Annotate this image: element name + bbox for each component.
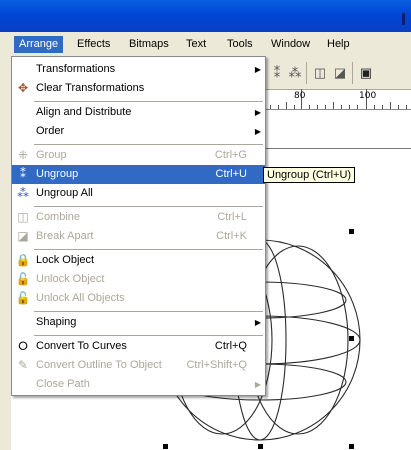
clear-transformations-icon: ✥: [17, 81, 29, 95]
submenu-arrow-icon: ▶: [254, 318, 261, 327]
menu-separator: [34, 249, 263, 250]
unlock-icon: 🔓: [15, 272, 31, 286]
menu-item-transformations[interactable]: Transformations ▶: [12, 60, 265, 79]
menu-separator: [34, 101, 263, 102]
menu-item-convert-to-curves[interactable]: ⭘ Convert To Curves Ctrl+Q: [12, 337, 265, 356]
submenu-arrow-icon: ▶: [254, 108, 261, 117]
menu-item-break-apart[interactable]: ◪ Break Apart Ctrl+K: [12, 227, 265, 246]
menu-item-shortcut: Ctrl+U: [215, 168, 247, 180]
lock-icon: 🔒: [15, 253, 31, 267]
unlock-all-icon: 🔓: [15, 291, 31, 305]
submenu-arrow-icon: ▶: [254, 65, 261, 74]
menu-item-label: Group: [36, 149, 67, 161]
menu-item-label: Lock Object: [36, 254, 95, 266]
group-icon: ⁜: [17, 148, 29, 162]
ungroup-tooltip: Ungroup (Ctrl+U): [263, 167, 356, 183]
combine-icon: ◫: [17, 210, 29, 224]
menu-item-clear-transformations[interactable]: ✥ Clear Transformations: [12, 79, 265, 98]
menu-item-label: Order: [36, 125, 65, 137]
menu-item-label: Break Apart: [36, 230, 94, 242]
convert-outline-icon: ✎: [17, 358, 29, 372]
menu-item-group[interactable]: ⁜ Group Ctrl+G: [12, 146, 265, 165]
menu-item-label: Unlock Object: [36, 273, 105, 285]
convert-to-curves-icon: ⭘: [18, 339, 28, 353]
ungroup-all-icon: ⁂: [17, 186, 29, 200]
menu-item-combine[interactable]: ◫ Combine Ctrl+L: [12, 208, 265, 227]
menu-separator: [34, 206, 263, 207]
menu-item-label: Ungroup: [36, 168, 79, 180]
break-apart-icon: ◪: [17, 229, 29, 243]
menu-item-convert-outline-to-object[interactable]: ✎ Convert Outline To Object Ctrl+Shift+Q: [12, 356, 265, 375]
menu-item-label: Ungroup All: [36, 187, 93, 199]
menu-item-unlock-object[interactable]: 🔓 Unlock Object: [12, 270, 265, 289]
menu-item-ungroup[interactable]: ⁑ Ungroup Ctrl+U: [12, 165, 265, 184]
menu-item-label: Transformations: [36, 63, 116, 75]
menu-item-shortcut: Ctrl+L: [217, 211, 247, 223]
menu-item-unlock-all-objects[interactable]: 🔓 Unlock All Objects: [12, 289, 265, 308]
submenu-arrow-icon: ▶: [254, 127, 261, 136]
menu-item-label: Shaping: [36, 316, 77, 328]
menu-item-shortcut: Ctrl+G: [214, 149, 247, 161]
menu-item-order[interactable]: Order ▶: [12, 122, 265, 141]
menu-item-label: Align and Distribute: [36, 106, 132, 118]
menu-item-shortcut: Ctrl+Q: [214, 340, 247, 352]
menu-item-align-and-distribute[interactable]: Align and Distribute ▶: [12, 103, 265, 122]
menu-item-lock-object[interactable]: 🔒 Lock Object: [12, 251, 265, 270]
menu-item-shortcut: Ctrl+K: [216, 230, 247, 242]
menu-item-label: Close Path: [36, 378, 90, 390]
menu-item-shortcut: Ctrl+Shift+Q: [186, 359, 247, 371]
ungroup-icon: ⁑: [20, 167, 26, 181]
menu-item-label: Convert Outline To Object: [36, 359, 162, 371]
menu-item-label: Convert To Curves: [36, 340, 127, 352]
menu-item-close-path[interactable]: Close Path ▶: [12, 375, 265, 394]
arrange-menu-dropdown: Transformations ▶ ✥ Clear Transformation…: [11, 56, 266, 396]
submenu-arrow-icon: ▶: [254, 380, 261, 389]
menu-item-shaping[interactable]: Shaping ▶: [12, 313, 265, 332]
menu-item-ungroup-all[interactable]: ⁂ Ungroup All: [12, 184, 265, 203]
menu-separator: [34, 311, 263, 312]
menu-item-label: Clear Transformations: [36, 82, 145, 94]
menu-item-label: Combine: [36, 211, 81, 223]
menu-separator: [34, 144, 263, 145]
menu-item-label: Unlock All Objects: [36, 292, 125, 304]
menu-separator: [34, 335, 263, 336]
